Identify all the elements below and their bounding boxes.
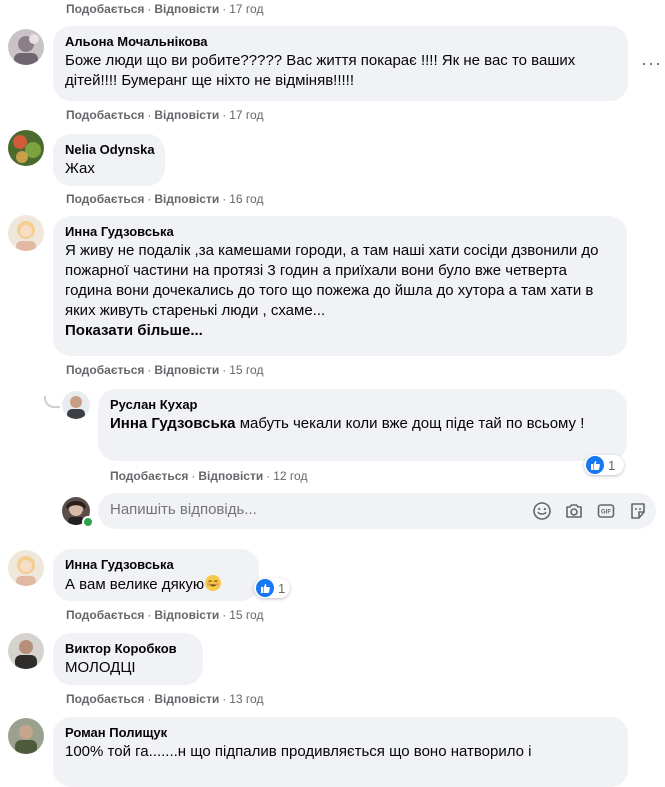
like-reaction-icon — [586, 456, 604, 474]
comment-time[interactable]: 17 год — [229, 108, 263, 122]
camera-icon[interactable] — [564, 501, 584, 521]
sticker-icon[interactable] — [628, 501, 648, 521]
comment-time[interactable]: 15 год — [229, 608, 263, 622]
comment-text: МОЛОДЦІ — [65, 659, 136, 676]
like-link[interactable]: Подобається — [66, 192, 144, 206]
like-link[interactable]: Подобається — [66, 2, 144, 16]
more-options-icon[interactable]: ··· — [641, 54, 662, 72]
avatar[interactable] — [8, 550, 44, 586]
svg-text:GIF: GIF — [601, 510, 611, 516]
reply-input[interactable] — [110, 501, 440, 518]
reply-link[interactable]: Відповісти — [154, 192, 219, 206]
avatar[interactable] — [8, 718, 44, 754]
comment-author[interactable]: Виктор Коробков — [65, 641, 191, 657]
avatar[interactable] — [8, 130, 44, 166]
comment-bubble: Инна Гудзовська Я живу не подалік ,за ка… — [53, 216, 627, 356]
reply-link[interactable]: Відповісти — [154, 692, 219, 706]
comment-text: Боже люди що ви робите????? Вас життя по… — [65, 52, 576, 89]
like-link[interactable]: Подобається — [66, 692, 144, 706]
current-user-avatar[interactable] — [62, 497, 94, 528]
like-link[interactable]: Подобається — [66, 363, 144, 377]
reply-link[interactable]: Відповісти — [154, 2, 219, 16]
reaction-number: 1 — [608, 457, 616, 473]
gif-icon[interactable]: GIF — [596, 501, 616, 521]
comment-bubble: Роман Полищук 100% той га.......н що під… — [53, 717, 628, 787]
reply-link[interactable]: Відповісти — [154, 363, 219, 377]
comment-author[interactable]: Альона Мочальнікова — [65, 34, 616, 50]
comment-time[interactable]: 17 год — [229, 2, 263, 16]
avatar[interactable] — [8, 29, 44, 65]
like-link[interactable]: Подобається — [66, 608, 144, 622]
comment-time[interactable]: 12 год — [273, 469, 307, 483]
comment-actions: Подобається · Відповісти · 17 год — [66, 2, 264, 16]
comment-time[interactable]: 13 год — [229, 692, 263, 706]
avatar[interactable] — [8, 215, 44, 251]
like-reaction-icon — [256, 579, 274, 597]
reaction-count[interactable]: 1 — [254, 578, 290, 598]
reply-bubble: Руслан Кухар Инна Гудзовська мабуть чека… — [98, 389, 627, 461]
reply-composer[interactable]: GIF — [98, 493, 656, 529]
emoji-icon[interactable] — [532, 501, 552, 521]
comment-body: А вам велике дякую — [65, 576, 205, 593]
comment-text: А вам велике дякую — [65, 574, 247, 598]
comment-actions: Подобається · Відповісти · 15 год — [66, 608, 264, 622]
comment-actions: Подобається · Відповісти · 12 год — [110, 469, 308, 483]
comment-author[interactable]: Nelia Odynska — [65, 142, 155, 158]
comment-text: Жах — [65, 160, 95, 177]
comment-actions: Подобається · Відповісти · 16 год — [66, 192, 264, 206]
comment-author[interactable]: Инна Гудзовська — [65, 224, 615, 240]
reaction-count[interactable]: 1 — [584, 455, 624, 475]
comment-actions: Подобається · Відповісти · 15 год — [66, 363, 264, 377]
comment-actions: Подобається · Відповісти · 13 год — [66, 692, 264, 706]
reply-link[interactable]: Відповісти — [198, 469, 263, 483]
like-link[interactable]: Подобається — [66, 108, 144, 122]
comment-bubble: Виктор Коробков МОЛОДЦІ — [53, 633, 203, 685]
online-status-icon — [82, 516, 94, 528]
comment-author[interactable]: Роман Полищук — [65, 725, 616, 741]
comment-time[interactable]: 16 год — [229, 192, 263, 206]
comment-text: Инна Гудзовська мабуть чекали коли вже д… — [110, 414, 615, 434]
mention-link[interactable]: Инна Гудзовська — [110, 415, 236, 432]
see-more-link[interactable]: Показати більше... — [65, 321, 615, 341]
comment-text: Я живу не подалік ,за камешами городи, а… — [65, 241, 615, 341]
thread-connector — [44, 396, 60, 408]
avatar[interactable] — [62, 391, 90, 419]
comment-bubble: Инна Гудзовська А вам велике дякую — [53, 549, 259, 601]
avatar[interactable] — [8, 633, 44, 669]
comment-author[interactable]: Инна Гудзовська — [65, 557, 247, 573]
comment-body: мабуть чекали коли вже дощ піде тай по в… — [235, 415, 585, 432]
comment-text: 100% той га.......н що підпалив продивля… — [65, 743, 532, 760]
reply-link[interactable]: Відповісти — [154, 108, 219, 122]
like-link[interactable]: Подобається — [110, 469, 188, 483]
comment-actions: Подобається · Відповісти · 17 год — [66, 108, 264, 122]
comment-bubble: Nelia Odynska Жах — [53, 134, 165, 186]
comment-body: Я живу не подалік ,за камешами городи, а… — [65, 242, 599, 319]
comment-time[interactable]: 15 год — [229, 363, 263, 377]
reply-link[interactable]: Відповісти — [154, 608, 219, 622]
reaction-number: 1 — [278, 580, 286, 596]
comment-bubble: Альона Мочальнікова Боже люди що ви роби… — [53, 26, 628, 101]
composer-tools: GIF — [532, 501, 648, 521]
smiling-face-emoji-icon — [204, 574, 222, 598]
comment-author[interactable]: Руслан Кухар — [110, 397, 615, 413]
